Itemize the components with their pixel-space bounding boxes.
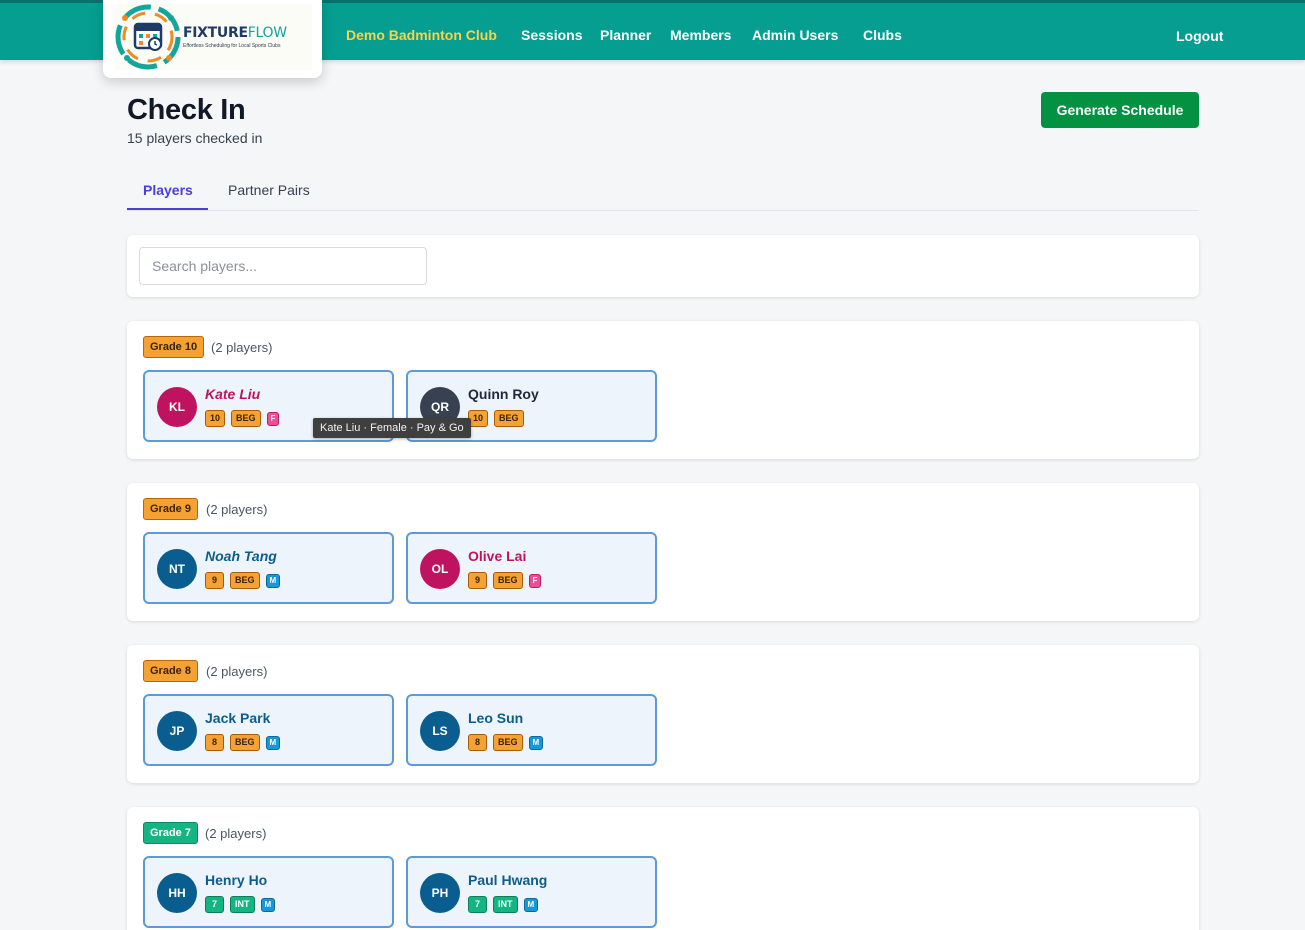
level-chip: BEG — [230, 734, 260, 751]
level-chip: BEG — [494, 410, 524, 427]
level-chip: BEG — [493, 572, 523, 589]
grade-group-9: Grade 9 (2 players) NT Noah Tang 9 BEG M… — [127, 483, 1199, 621]
gender-chip: M — [260, 897, 276, 912]
tab-partner-pairs[interactable]: Partner Pairs — [228, 182, 310, 198]
logout-link[interactable]: Logout — [1176, 28, 1223, 44]
nav-members[interactable]: Members — [670, 27, 731, 43]
grade-chip: 9 — [205, 572, 224, 589]
nav-admin-users[interactable]: Admin Users — [752, 27, 838, 43]
logo-calendar-icon — [115, 4, 181, 70]
search-input[interactable] — [139, 247, 427, 285]
level-chip: INT — [230, 896, 255, 913]
gender-chip: M — [528, 735, 544, 750]
logo-card[interactable]: FIXTUREFLOW Effortless Scheduling for Lo… — [103, 0, 322, 78]
checked-in-count: 15 players checked in — [127, 130, 263, 146]
avatar: NT — [157, 549, 197, 589]
grade-badge: Grade 10 — [143, 336, 205, 358]
player-card-leo-sun[interactable]: LS Leo Sun 8 BEG M — [406, 694, 657, 766]
tab-active-indicator — [127, 208, 208, 210]
grade-chip: 9 — [468, 572, 487, 589]
player-name: Olive Lai — [468, 548, 527, 564]
avatar: PH — [420, 873, 460, 913]
nav-sessions[interactable]: Sessions — [521, 27, 582, 43]
avatar: HH — [157, 873, 197, 913]
player-name: Noah Tang — [205, 548, 277, 564]
player-name: Quinn Roy — [468, 386, 539, 402]
nav-club-name[interactable]: Demo Badminton Club — [346, 27, 497, 43]
tab-bar: Players Partner Pairs — [127, 172, 1199, 211]
level-chip: BEG — [493, 734, 523, 751]
gender-chip: F — [266, 411, 280, 426]
logo-name-flow: FLOW — [247, 25, 287, 41]
gender-chip: M — [265, 573, 281, 588]
player-name: Jack Park — [205, 710, 271, 726]
grade-player-count: (2 players) — [206, 502, 268, 517]
player-name: Henry Ho — [205, 872, 268, 888]
player-name: Paul Hwang — [468, 872, 548, 888]
grade-chip: 7 — [205, 896, 224, 913]
grade-badge: Grade 8 — [143, 660, 198, 682]
player-tooltip: Kate Liu · Female · Pay & Go — [313, 418, 471, 438]
grade-chip: 10 — [468, 410, 489, 427]
page-title: Check In — [127, 94, 246, 126]
grade-group-10: Grade 10 (2 players) KL Kate Liu 10 BEG … — [127, 321, 1199, 459]
gender-chip: F — [528, 573, 542, 588]
nav-planner[interactable]: Planner — [600, 27, 651, 43]
grade-chip: 10 — [205, 410, 226, 427]
player-name: Leo Sun — [468, 710, 524, 726]
grade-badge: Grade 9 — [143, 498, 198, 520]
grade-chip: 8 — [468, 734, 487, 751]
logo-name-fixture: FIXTURE — [183, 25, 248, 41]
player-card-noah-tang[interactable]: NT Noah Tang 9 BEG M — [143, 532, 394, 604]
avatar: JP — [157, 711, 197, 751]
grade-chip: 7 — [468, 896, 487, 913]
grade-group-7: Grade 7 (2 players) HH Henry Ho 7 INT M … — [127, 807, 1199, 930]
player-card-henry-ho[interactable]: HH Henry Ho 7 INT M — [143, 856, 394, 928]
logo: FIXTUREFLOW Effortless Scheduling for Lo… — [115, 4, 312, 70]
avatar: KL — [157, 387, 197, 427]
grade-chip: 8 — [205, 734, 224, 751]
gender-chip: M — [523, 897, 539, 912]
avatar: OL — [420, 549, 460, 589]
avatar: LS — [420, 711, 460, 751]
grade-player-count: (2 players) — [206, 664, 268, 679]
level-chip: BEG — [230, 572, 260, 589]
player-card-paul-hwang[interactable]: PH Paul Hwang 7 INT M — [406, 856, 657, 928]
gender-chip: M — [265, 735, 281, 750]
search-panel — [127, 235, 1199, 297]
grade-player-count: (2 players) — [205, 826, 267, 841]
player-card-olive-lai[interactable]: OL Olive Lai 9 BEG F — [406, 532, 657, 604]
generate-schedule-button[interactable]: Generate Schedule — [1041, 92, 1199, 128]
tab-players[interactable]: Players — [143, 182, 193, 198]
nav-clubs[interactable]: Clubs — [863, 27, 902, 43]
grade-badge: Grade 7 — [143, 822, 198, 844]
player-name: Kate Liu — [205, 386, 261, 402]
level-chip: BEG — [231, 410, 261, 427]
player-card-jack-park[interactable]: JP Jack Park 8 BEG M — [143, 694, 394, 766]
grade-player-count: (2 players) — [211, 340, 273, 355]
level-chip: INT — [493, 896, 518, 913]
grade-group-8: Grade 8 (2 players) JP Jack Park 8 BEG M… — [127, 645, 1199, 783]
logo-tagline: Effortless Scheduling for Local Sports C… — [183, 43, 281, 49]
